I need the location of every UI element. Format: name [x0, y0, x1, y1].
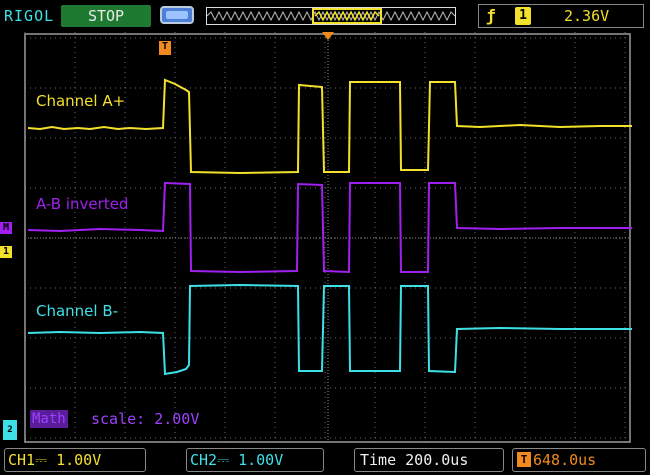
memory-position-indicator — [206, 4, 456, 25]
ch2-offset-marker[interactable]: 2 — [3, 420, 17, 440]
ch1-offset-marker[interactable]: 1 — [0, 246, 12, 258]
ch1-scale: CH1⎓ 1.00V — [8, 451, 102, 469]
ch2-scale: CH2⎓ 1.00V — [190, 451, 284, 469]
math-offset-marker[interactable]: M — [0, 222, 12, 234]
trace-label-a-minus-b: A-B inverted — [36, 195, 129, 213]
trigger-level: 2.36V — [564, 7, 610, 25]
trace-channel-b — [27, 283, 632, 376]
trigger-source-badge: 1 — [515, 7, 531, 25]
usb-storage-icon — [160, 6, 194, 24]
trace-label-channel-b: Channel B- — [36, 302, 119, 320]
memory-waveform-preview — [206, 4, 456, 24]
run-stop-status[interactable]: STOP — [61, 5, 151, 27]
trigger-position-marker[interactable]: T — [159, 41, 171, 55]
trigger-offset: 648.0us — [533, 451, 597, 469]
rising-edge-icon: ƒ — [486, 6, 496, 25]
trigger-center-arrow-icon — [322, 32, 334, 40]
math-label: Math — [30, 410, 68, 428]
trigger-settings[interactable] — [478, 4, 644, 28]
trigger-offset-icon: T — [517, 452, 531, 467]
timebase: Time 200.0us — [360, 451, 469, 469]
math-scale: scale: 2.00V — [91, 410, 200, 428]
trace-label-channel-a: Channel A+ — [36, 92, 126, 110]
brand-logo: RIGOL — [4, 7, 55, 25]
